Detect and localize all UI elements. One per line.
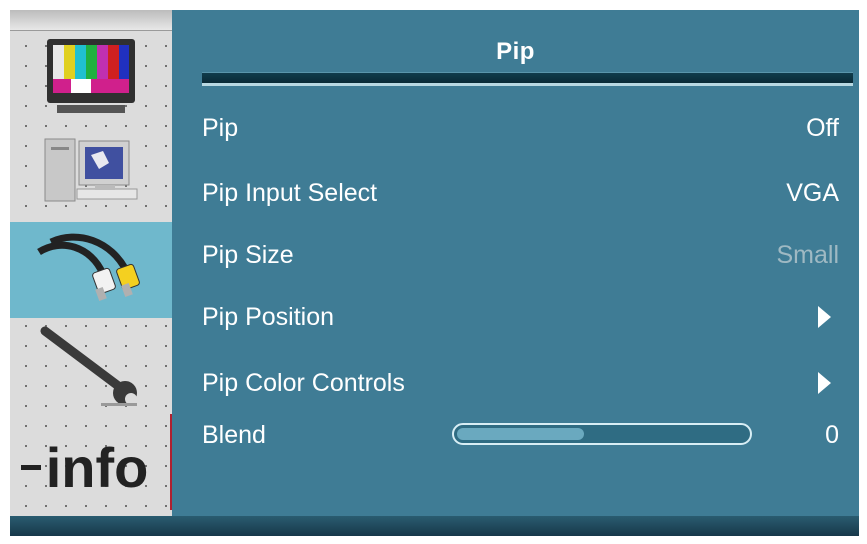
blend-value: 0 xyxy=(825,420,839,449)
menu-row-label: Blend xyxy=(202,420,266,449)
menu-row-pip-size[interactable]: Pip Size Small xyxy=(202,240,839,270)
av-cables-icon xyxy=(37,233,140,302)
info-icon-label: info xyxy=(46,436,149,497)
title-divider xyxy=(202,72,853,86)
arrow-right-icon xyxy=(818,306,831,328)
sidebar-item-setup[interactable] xyxy=(10,318,172,414)
menu-row-label: Pip Position xyxy=(202,302,335,331)
sidebar-item-picture[interactable] xyxy=(10,30,172,126)
menu-row-value: Off xyxy=(806,113,839,142)
sidebar-item-av-input[interactable] xyxy=(10,222,172,318)
tv-color-bars-icon xyxy=(47,39,135,113)
menu-row-pip-color-controls[interactable]: Pip Color Controls xyxy=(202,368,839,398)
sidebar-item-computer[interactable] xyxy=(10,126,172,222)
menu-row-value: VGA xyxy=(786,178,839,207)
menu-row-pip-position[interactable]: Pip Position xyxy=(202,302,839,332)
bottom-bar xyxy=(10,516,859,536)
menu-panel: Pip Pip Off Pip Input Select VGA Pip Siz… xyxy=(172,10,859,536)
menu-row-pip[interactable]: Pip Off xyxy=(202,113,839,143)
page-title: Pip xyxy=(496,38,535,65)
computer-icon xyxy=(44,138,138,202)
menu-row-label: Pip Input Select xyxy=(202,178,378,207)
menu-row-label: Pip Color Controls xyxy=(202,368,405,397)
menu-row-label: Pip xyxy=(202,113,239,142)
sidebar: info xyxy=(10,10,172,536)
blend-slider-fill xyxy=(457,428,585,440)
menu-row-label: Pip Size xyxy=(202,240,294,269)
menu-row-value: Small xyxy=(776,240,839,269)
menu-row-pip-input-select[interactable]: Pip Input Select VGA xyxy=(202,178,839,208)
arrow-right-icon xyxy=(818,372,831,394)
sidebar-top-cap xyxy=(10,10,172,31)
info-icon: info xyxy=(21,436,149,497)
osd-window: info Pip Pip Off Pip Input Select VGA Pi… xyxy=(10,10,859,536)
wrench-icon xyxy=(40,326,137,406)
blend-slider[interactable] xyxy=(452,423,752,445)
sidebar-item-info[interactable]: info xyxy=(10,414,172,510)
